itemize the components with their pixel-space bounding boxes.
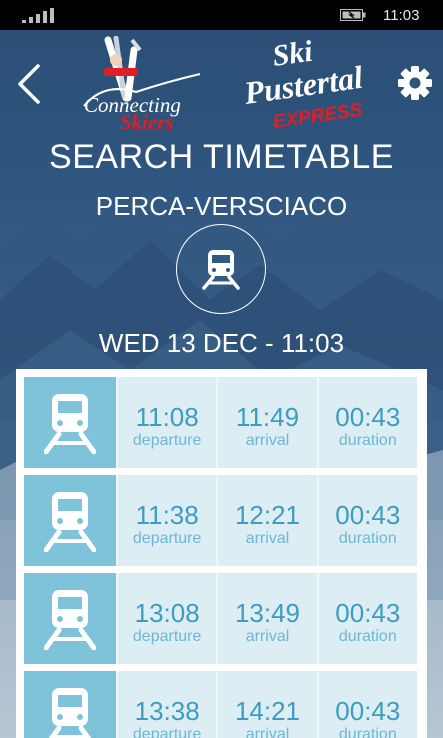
departure-label: departure [132, 530, 202, 547]
arrival-time: 14:21 [234, 696, 301, 726]
train-icon [44, 491, 96, 552]
duration-label: duration [338, 530, 397, 547]
train-icon [44, 589, 96, 650]
arrival-label: arrival [245, 530, 290, 547]
duration-value: 00:43 [335, 402, 401, 432]
duration-cell: 00:43 duration [316, 377, 417, 468]
connection-list: 11:08 departure 11:49 arrival 00:43 dura… [16, 369, 427, 738]
arrival-time: 12:21 [234, 500, 301, 530]
page-title: SEARCH TIMETABLE [49, 138, 394, 176]
departure-time: 13:38 [134, 696, 200, 726]
arrival-cell: 12:21 arrival [216, 475, 317, 566]
duration-value: 00:43 [335, 500, 401, 530]
departure-time: 13:08 [134, 598, 200, 628]
departure-cell: 13:38 departure [116, 671, 217, 738]
connection-row[interactable]: 11:38 departure 12:21 arrival 00:43 dura… [24, 475, 417, 566]
arrival-cell: 13:49 arrival [216, 573, 317, 664]
duration-label: duration [338, 432, 397, 449]
duration-cell: 00:43 duration [316, 671, 417, 738]
duration-cell: 00:43 duration [316, 573, 417, 664]
duration-cell: 00:43 duration [316, 475, 417, 566]
connecting-skiers-logo: Connecting Skiers [83, 36, 201, 132]
arrival-label: arrival [245, 432, 290, 449]
departure-label: departure [132, 628, 202, 645]
train-mode-badge [176, 224, 266, 314]
departure-cell: 13:08 departure [116, 573, 217, 664]
train-tile [24, 671, 116, 738]
connection-row[interactable]: 11:08 departure 11:49 arrival 00:43 dura… [24, 377, 417, 468]
duration-label: duration [338, 628, 397, 645]
train-tile [24, 377, 116, 468]
train-tile [24, 573, 116, 664]
departure-cell: 11:08 departure [116, 377, 217, 468]
signal-strength-icon [22, 8, 54, 23]
connection-row[interactable]: 13:08 departure 13:49 arrival 00:43 dura… [24, 573, 417, 664]
arrival-time: 11:49 [235, 402, 300, 432]
arrival-time: 13:49 [234, 598, 301, 628]
duration-label: duration [338, 726, 397, 738]
duration-value: 00:43 [335, 696, 401, 726]
departure-label: departure [132, 726, 202, 738]
status-clock: 11:03 [383, 7, 420, 24]
train-icon [44, 393, 96, 454]
search-datetime: WED 13 DEC - 11:03 [98, 328, 345, 358]
train-tile [24, 475, 116, 566]
svg-text:Skiers: Skiers [120, 110, 174, 132]
back-arrow-icon[interactable] [14, 62, 44, 106]
arrival-label: arrival [245, 726, 290, 738]
departure-time: 11:08 [135, 402, 199, 432]
train-icon [48, 687, 92, 738]
ski-pustertal-express-logo: Ski Pustertal EXPRESS [244, 36, 365, 132]
departure-cell: 11:38 departure [116, 475, 217, 566]
connection-row[interactable]: 13:38 departure 14:21 arrival 00:43 dura… [24, 671, 417, 738]
gear-icon[interactable] [396, 64, 434, 102]
arrival-cell: 14:21 arrival [216, 671, 317, 738]
departure-label: departure [132, 432, 202, 449]
station-name: PERCA-VERSCIACO [95, 191, 348, 221]
arrival-cell: 11:49 arrival [216, 377, 317, 468]
departure-time: 11:38 [135, 500, 199, 530]
battery-icon [340, 9, 366, 21]
arrival-label: arrival [245, 628, 290, 645]
train-icon [202, 250, 240, 290]
status-bar: 11:03 [0, 0, 443, 30]
duration-value: 00:43 [335, 598, 401, 628]
